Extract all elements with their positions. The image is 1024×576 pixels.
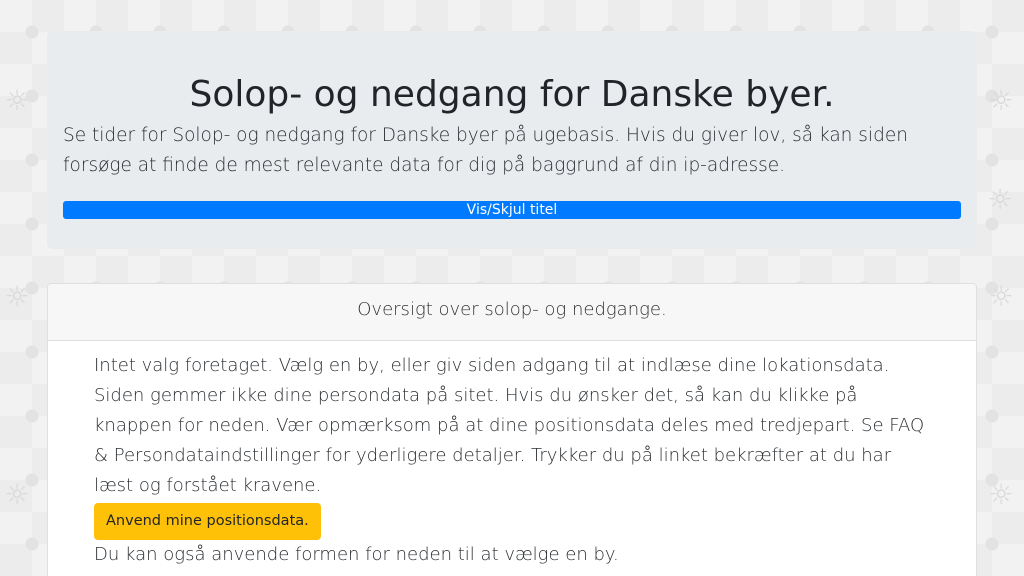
sun-icon: ☼ [988, 280, 1014, 313]
overview-card: Oversigt over solop- og nedgange. Intet … [47, 283, 977, 576]
form-hint-text: Du kan også anvende formen for neden til… [94, 544, 619, 565]
page-title: Solop- og nedgang for Danske byer. [189, 74, 835, 115]
sun-icon: ☼ [988, 478, 1014, 511]
sun-icon: ☼ [4, 478, 30, 511]
toggle-title-button[interactable]: Vis/Skjul titel [63, 201, 961, 219]
card-header: Oversigt over solop- og nedgange. [48, 284, 976, 341]
title-jumbotron: Solop- og nedgang for Danske byer. Se ti… [47, 31, 977, 249]
sun-icon: ☼ [4, 84, 30, 117]
sun-icon: ☼ [4, 280, 30, 313]
privacy-text: Siden gemmer ikke dine persondata på sit… [94, 385, 925, 496]
card-body: Intet valg foretaget. Vælg en by, eller … [48, 341, 976, 570]
sun-icon: ☼ [987, 183, 1013, 216]
use-location-button[interactable]: Anvend mine positionsdata. [94, 503, 321, 540]
no-selection-text: Intet valg foretaget. Vælg en by, eller … [94, 355, 890, 376]
page-lead: Se tider for Solop- og nedgang for Dansk… [63, 125, 908, 176]
sun-icon: ☼ [988, 84, 1014, 117]
